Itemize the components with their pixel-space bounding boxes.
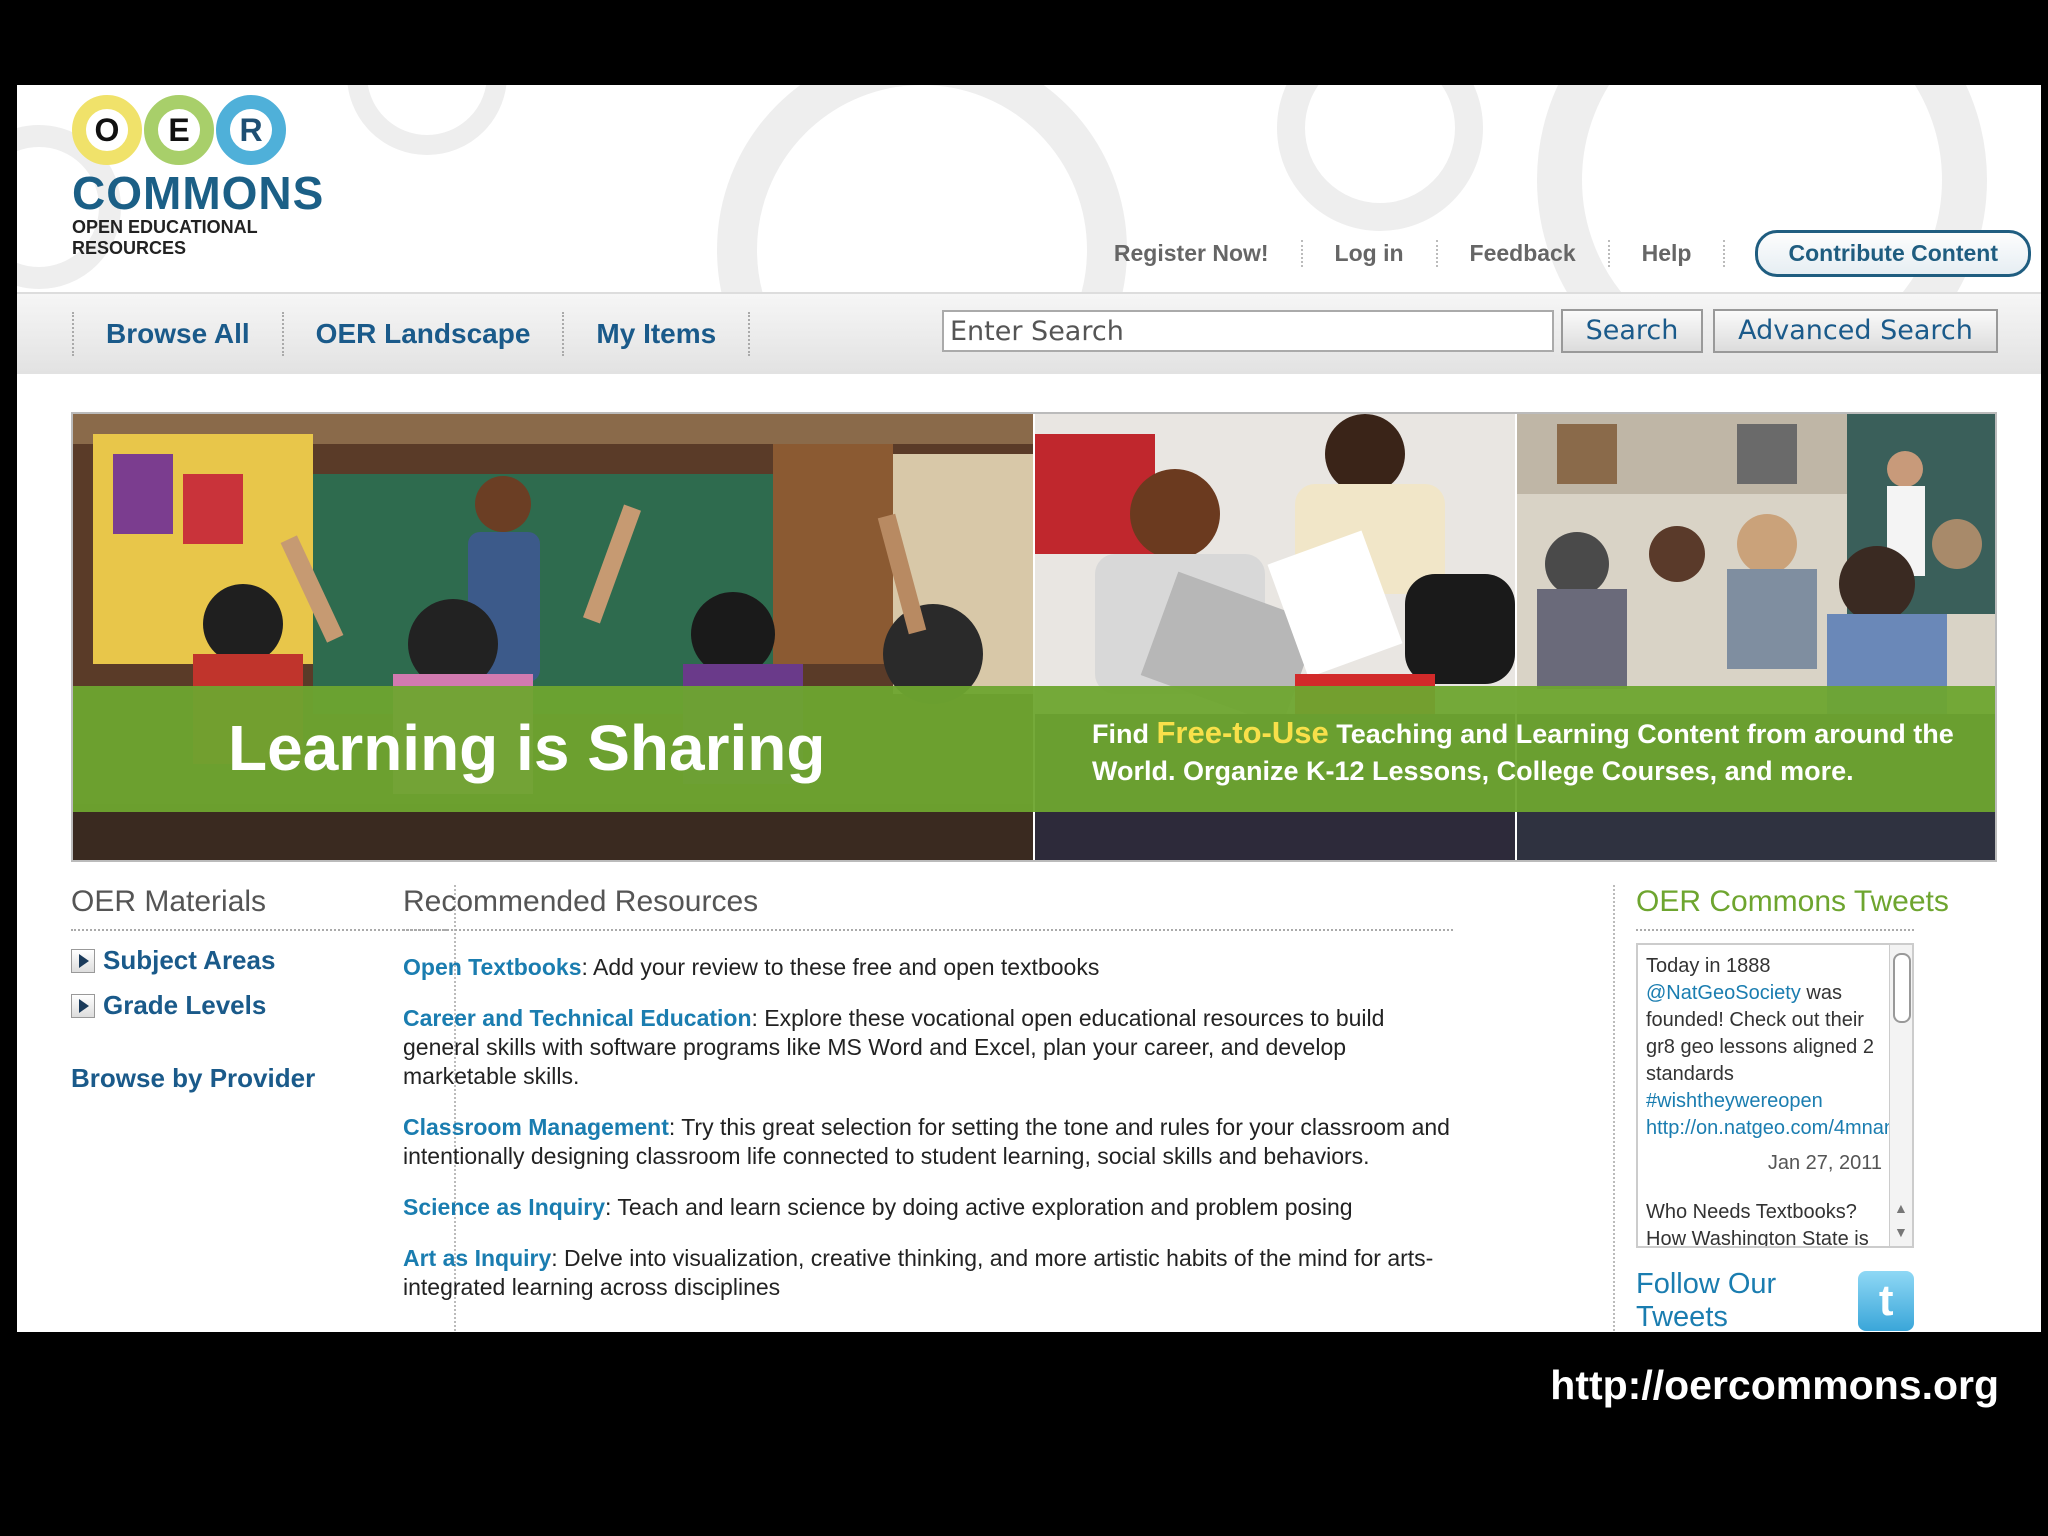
expand-arrow-icon[interactable]	[71, 948, 95, 973]
tweet-url-link[interactable]: http://on.natgeo.com/4mnanx	[1646, 1115, 1905, 1142]
grade-levels-item[interactable]: Grade Levels	[71, 990, 447, 1021]
help-link[interactable]: Help	[1610, 240, 1726, 267]
resource-link[interactable]: Science as Inquiry	[403, 1194, 605, 1220]
nav-my-items[interactable]: My Items	[564, 312, 751, 356]
resource-link[interactable]: Classroom Management	[403, 1114, 669, 1140]
resource-item: Open Textbooks: Add your review to these…	[403, 953, 1453, 982]
resource-item: Career and Technical Education: Explore …	[403, 1004, 1453, 1091]
top-links: Register Now! Log in Feedback Help Contr…	[1082, 230, 2031, 277]
oer-materials-title: OER Materials	[71, 885, 447, 931]
grade-levels-label[interactable]: Grade Levels	[103, 990, 266, 1021]
browse-by-provider-link[interactable]: Browse by Provider	[71, 1063, 447, 1094]
column-divider	[1613, 885, 1615, 1332]
resource-item: Science as Inquiry: Teach and learn scie…	[403, 1193, 1453, 1222]
resource-link[interactable]: Art as Inquiry	[403, 1245, 551, 1271]
browser-page: O E R COMMONS OPEN EDUCATIONAL RESOURCES…	[17, 85, 2041, 1332]
hero-banner[interactable]: Learning is Sharing Find Free-to-Use Tea…	[71, 412, 1997, 862]
scroll-up-icon[interactable]: ▲	[1894, 1200, 1908, 1216]
tweet-handle-link[interactable]: @NatGeoSociety	[1646, 982, 1801, 1004]
decorative-ring	[347, 85, 507, 155]
logo-letter-r: R	[216, 95, 286, 165]
logo-circles: O E R	[72, 95, 352, 165]
main-nav: Browse All OER Landscape My Items Enter …	[17, 292, 2041, 374]
logo-name: COMMONS	[72, 167, 325, 219]
oer-commons-logo[interactable]: O E R COMMONS OPEN EDUCATIONAL RESOURCES	[72, 95, 352, 265]
subject-areas-label[interactable]: Subject Areas	[103, 945, 275, 976]
follow-tweets-link[interactable]: Follow Our Tweets	[1636, 1268, 1858, 1332]
tweet-body: @NatGeoSociety was founded! Check out th…	[1646, 980, 1882, 1115]
resource-item: Art as Inquiry: Delve into visualization…	[403, 1244, 1453, 1302]
tweets-title: OER Commons Tweets	[1636, 885, 1949, 931]
nav-browse-all[interactable]: Browse All	[72, 312, 284, 356]
advanced-search-button[interactable]: Advanced Search	[1713, 309, 1998, 353]
recommended-resources-title: Recommended Resources	[403, 885, 1453, 931]
resource-link[interactable]: Career and Technical Education	[403, 1005, 752, 1031]
logo-tagline: OPEN EDUCATIONAL RESOURCES	[72, 217, 258, 258]
tweet-hashtag-link[interactable]: #wishtheywereopen	[1646, 1090, 1823, 1112]
contribute-content-button[interactable]: Contribute Content	[1755, 230, 2031, 277]
logo-letter-e: E	[144, 95, 214, 165]
feedback-link[interactable]: Feedback	[1438, 240, 1610, 267]
decorative-ring	[1277, 85, 1483, 231]
banner-highlight: Free-to-Use	[1156, 715, 1329, 750]
oer-materials-panel: OER Materials Subject Areas Grade Levels…	[71, 885, 447, 1094]
subject-areas-item[interactable]: Subject Areas	[71, 945, 447, 976]
resource-description: : Delve into visualization, creative thi…	[403, 1245, 1434, 1300]
tweets-list: Today in 1888 @NatGeoSociety was founded…	[1638, 945, 1912, 1248]
register-link[interactable]: Register Now!	[1082, 240, 1303, 267]
search-button[interactable]: Search	[1561, 309, 1703, 353]
banner-title: Learning is Sharing	[228, 712, 826, 784]
nav-items: Browse All OER Landscape My Items	[72, 294, 751, 374]
expand-arrow-icon[interactable]	[71, 993, 95, 1018]
scroll-down-icon[interactable]: ▼	[1894, 1224, 1908, 1240]
site-header: O E R COMMONS OPEN EDUCATIONAL RESOURCES…	[17, 85, 2041, 292]
tweets-scrollbar[interactable]: ▲ ▼	[1889, 945, 1912, 1246]
tweets-feed[interactable]: Today in 1888 @NatGeoSociety was founded…	[1636, 943, 1914, 1248]
resource-description: : Teach and learn science by doing activ…	[604, 1194, 1353, 1220]
follow-tweets[interactable]: Follow Our Tweets t	[1636, 1268, 1914, 1332]
nav-oer-landscape[interactable]: OER Landscape	[284, 312, 565, 356]
login-link[interactable]: Log in	[1303, 240, 1438, 267]
tweet-line: Today in 1888	[1646, 955, 1771, 977]
scrollbar-thumb[interactable]	[1893, 953, 1911, 1023]
banner-subtitle-pre: Find	[1092, 719, 1157, 749]
resource-item: Classroom Management: Try this great sel…	[403, 1113, 1453, 1171]
twitter-icon[interactable]: t	[1858, 1271, 1914, 1331]
tweets-panel: OER Commons Tweets Today in 1888 @NatGeo…	[1636, 885, 1949, 1332]
resource-description: : Add your review to these free and open…	[581, 954, 1100, 980]
decorative-ring	[717, 85, 1127, 292]
logo-letter-o: O	[72, 95, 142, 165]
recommended-resources-panel: Recommended Resources Open Textbooks: Ad…	[403, 885, 1453, 1302]
resource-link[interactable]: Open Textbooks	[403, 954, 582, 980]
tweet-text: Who Needs Textbooks? How Washington Stat…	[1646, 1201, 1869, 1248]
tweet-date: Jan 27, 2011	[1767, 1152, 1882, 1174]
search-input[interactable]: Enter Search	[942, 310, 1554, 352]
banner-subtitle: Find Free-to-Use Teaching and Learning C…	[1092, 714, 1972, 790]
site-url-caption: http://oercommons.org	[1550, 1362, 1999, 1408]
